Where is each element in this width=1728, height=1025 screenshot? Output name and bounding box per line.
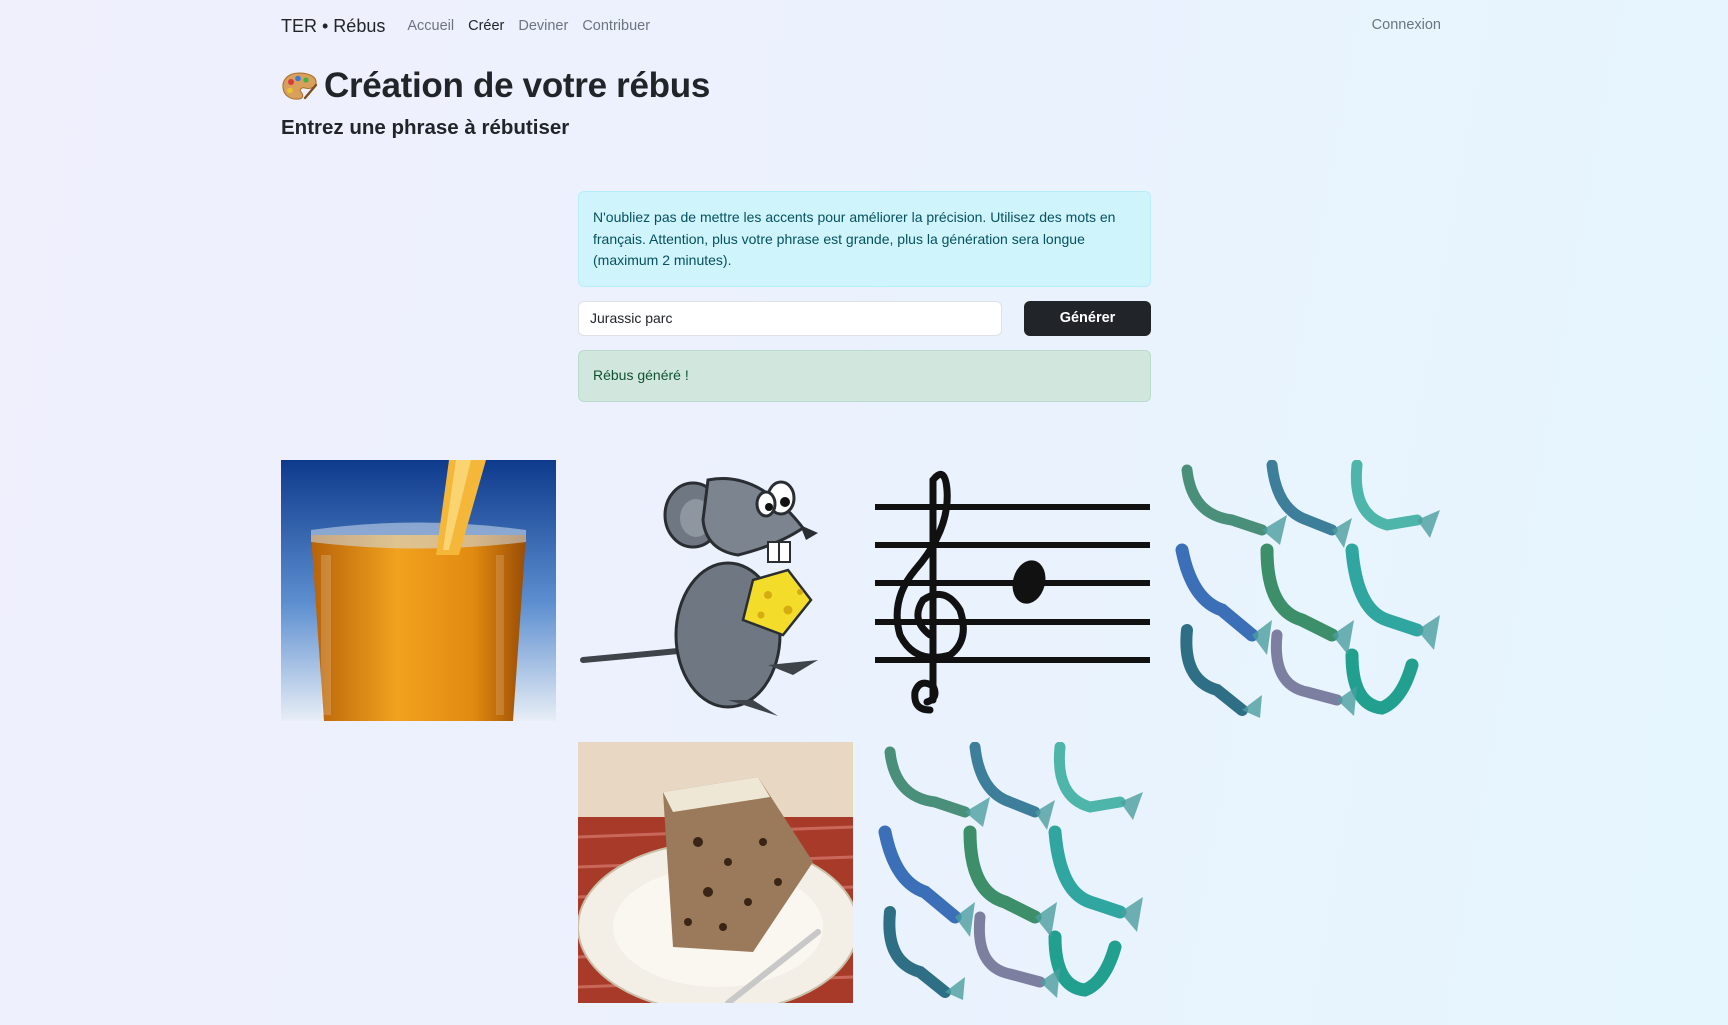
rebus-image-orange-juice — [281, 460, 556, 721]
nav-link-creer[interactable]: Créer — [468, 18, 504, 34]
rebus-image-mermaid-tails-2 — [875, 742, 1150, 1003]
generate-form: Jurassic parc Générer — [578, 301, 1151, 336]
rebus-image-rat — [578, 460, 853, 721]
rebus-image-mermaid-tails — [1172, 460, 1447, 721]
phrase-input[interactable]: Jurassic parc — [578, 301, 1002, 336]
info-alert: N'oubliez pas de mettre les accents pour… — [578, 191, 1151, 287]
brand-link[interactable]: TER • Rébus — [281, 16, 385, 37]
palette-icon — [282, 72, 318, 100]
page-container: TER • Rébus Accueil Créer Deviner Contri… — [281, 0, 1441, 1003]
page-title: Création de votre rébus — [324, 66, 710, 105]
navbar: TER • Rébus Accueil Créer Deviner Contri… — [281, 0, 1441, 52]
rebus-image-music-note — [875, 460, 1150, 721]
page-subtitle: Entrez une phrase à rébutiser — [281, 116, 570, 139]
nav-link-contribuer[interactable]: Contribuer — [582, 18, 650, 34]
nav-link-accueil[interactable]: Accueil — [407, 18, 454, 34]
rebus-image-cake — [578, 742, 853, 1003]
success-alert: Rébus généré ! — [578, 350, 1151, 402]
login-link[interactable]: Connexion — [1372, 17, 1441, 33]
generate-button[interactable]: Générer — [1024, 301, 1151, 336]
page-heading: Création de votre rébus — [281, 66, 710, 106]
nav-link-deviner[interactable]: Deviner — [518, 18, 568, 34]
